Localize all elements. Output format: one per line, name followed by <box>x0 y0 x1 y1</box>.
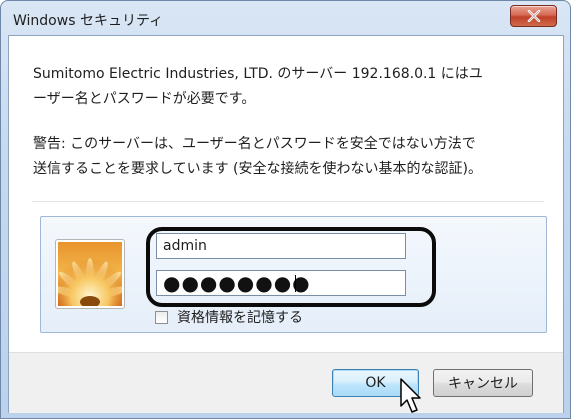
server-message-line-2: ーザー名とパスワードが必要です。 <box>33 91 256 107</box>
remember-credentials-checkbox[interactable] <box>155 311 168 324</box>
password-masked-value: ●●●●●●●● <box>163 271 311 295</box>
credential-panel: ●●●●●●●● 資格情報を記憶する <box>40 216 547 333</box>
warning-message-line-1: 警告: このサーバーは、ユーザー名とパスワードを安全ではない方法で <box>33 136 476 152</box>
title-bar[interactable]: Windows セキュリティ <box>1 1 570 35</box>
password-input[interactable]: ●●●●●●●● <box>156 270 406 296</box>
security-dialog: Windows セキュリティ Sumitomo Electric Industr… <box>0 0 571 419</box>
warning-message-line-2: 送信することを要求しています (安全な接続を使わない基本的な認証)。 <box>33 161 482 177</box>
cancel-button[interactable]: キャンセル <box>433 369 533 397</box>
dialog-body: Sumitomo Electric Industries, LTD. のサーバー… <box>8 35 564 413</box>
remember-credentials-label[interactable]: 資格情報を記憶する <box>177 307 303 327</box>
close-button[interactable] <box>510 5 557 27</box>
close-icon <box>527 10 540 22</box>
mouse-pointer-icon <box>400 378 421 413</box>
divider <box>32 201 544 202</box>
server-message-line-1: Sumitomo Electric Industries, LTD. のサーバー… <box>33 66 483 82</box>
button-bar: OK キャンセル <box>9 352 563 413</box>
flower-avatar-icon <box>51 239 129 309</box>
text-caret <box>295 275 296 292</box>
window-title: Windows セキュリティ <box>13 13 164 29</box>
username-input[interactable] <box>156 233 406 259</box>
